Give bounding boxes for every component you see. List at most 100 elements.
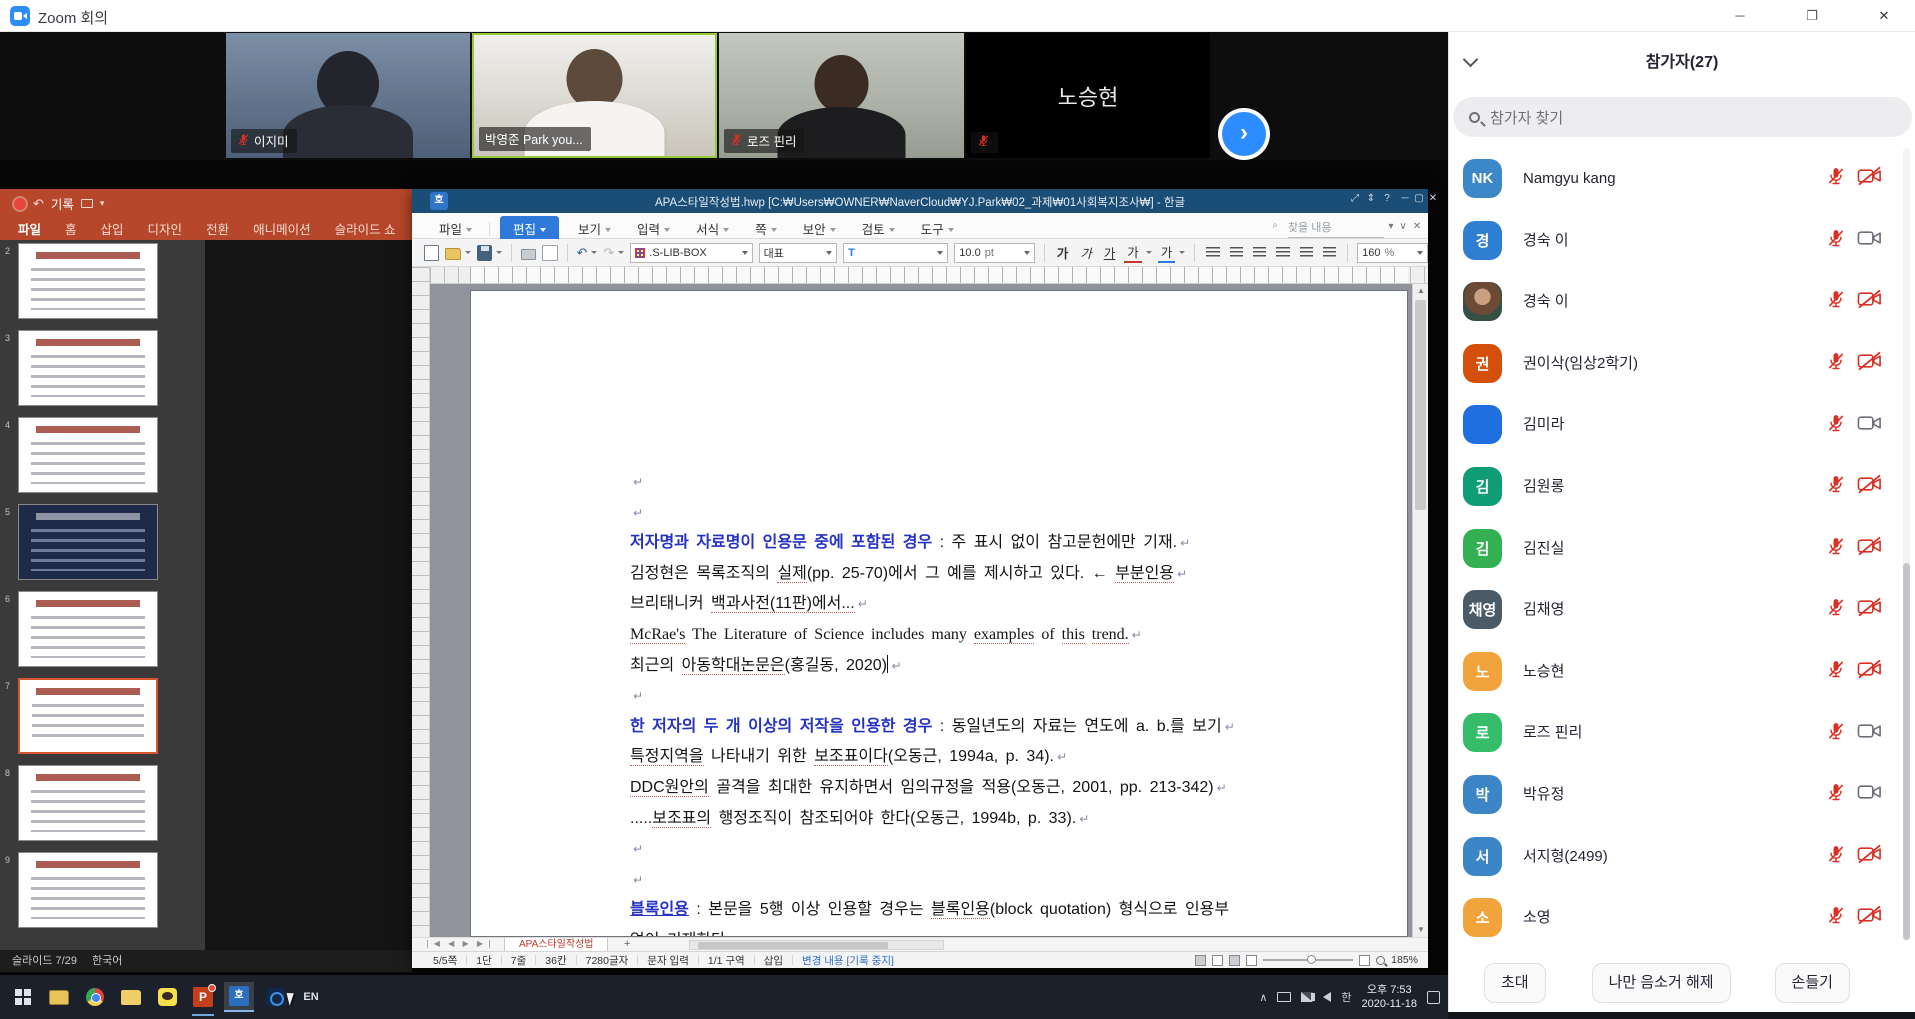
participant-row[interactable]: 서 서지형(2499) xyxy=(1449,826,1915,888)
participant-row[interactable]: 박 박유정 xyxy=(1449,764,1915,826)
help-icon[interactable]: ? xyxy=(1380,193,1394,204)
slide-thumbnail-row[interactable]: 5 xyxy=(0,504,205,584)
slide-thumbnail-row[interactable]: 7 xyxy=(0,678,205,758)
minimize-button[interactable]: ─ xyxy=(1716,0,1764,32)
slide-thumbnail-row[interactable]: 6 xyxy=(0,591,205,671)
italic-button[interactable]: 가 xyxy=(1077,243,1095,262)
participants-scrollbar[interactable] xyxy=(1903,148,1910,940)
bold-button[interactable]: 가 xyxy=(1054,243,1072,262)
align-center-button[interactable] xyxy=(1253,247,1266,258)
powerpoint-icon[interactable]: P xyxy=(188,982,218,1012)
slide-thumbnail[interactable] xyxy=(18,243,158,319)
video-tile-4-no-video[interactable]: 노승현 xyxy=(966,33,1210,158)
participant-row[interactable]: 권 권이삭(임상2학기) xyxy=(1449,333,1915,395)
open-file-icon[interactable] xyxy=(445,248,460,260)
close-find-icon[interactable]: ✕ xyxy=(1410,221,1424,232)
new-document-icon[interactable] xyxy=(424,245,439,261)
video-tile-3[interactable]: 로즈 핀리 xyxy=(719,33,964,158)
slide-thumbnail[interactable] xyxy=(18,852,158,928)
participant-row[interactable]: 김미라 xyxy=(1449,394,1915,456)
notification-center-icon[interactable] xyxy=(1427,991,1440,1004)
tab-navigation-arrows[interactable]: ❘◀ ◀ ▶ ▶❘ xyxy=(424,939,496,948)
line-spacing-select[interactable]: 160% xyxy=(1357,243,1428,263)
scroll-down-arrow[interactable]: ▼ xyxy=(1413,923,1429,937)
ppt-quick-access-toolbar[interactable]: ↶ 기록 ▾ xyxy=(14,194,104,213)
highlight-color-button[interactable]: 가 xyxy=(1158,242,1176,263)
raise-hand-button[interactable]: 손들기 xyxy=(1775,963,1850,1003)
slide-thumbnail-row[interactable]: 4 xyxy=(0,417,205,497)
restore-button[interactable]: ▢ xyxy=(1412,193,1426,204)
participant-row[interactable]: 로 로즈 핀리 xyxy=(1449,702,1915,764)
style-preset-select[interactable]: 대표 xyxy=(759,243,838,263)
zoom-percent[interactable]: 185% xyxy=(1391,954,1418,966)
undo-icon[interactable]: ↶ xyxy=(33,196,44,212)
folder-icon[interactable] xyxy=(116,982,146,1012)
hwp-icon[interactable]: 호 xyxy=(224,982,254,1012)
file-explorer-icon[interactable] xyxy=(44,982,74,1012)
font-select[interactable]: T xyxy=(843,243,948,263)
font-color-button[interactable]: 가 xyxy=(1124,242,1142,263)
slide-thumbnail-row[interactable]: 8 xyxy=(0,765,205,845)
vertical-scrollbar[interactable]: ▲ ▼ xyxy=(1412,284,1428,937)
participant-row[interactable]: 노 노승현 xyxy=(1449,641,1915,703)
ppt-slide-panel[interactable]: 23456789 xyxy=(0,240,205,950)
font-size-select[interactable]: 10.0pt xyxy=(954,243,1034,263)
print-icon[interactable] xyxy=(521,249,536,260)
document-tab[interactable]: APA스타일작성법 xyxy=(504,938,608,952)
scrollbar-thumb[interactable] xyxy=(1415,300,1426,510)
maximize-button[interactable]: ❐ xyxy=(1788,0,1836,32)
align-right-button[interactable] xyxy=(1276,247,1289,258)
close-button[interactable]: ✕ xyxy=(1426,193,1440,204)
participant-row[interactable]: 경숙 이 xyxy=(1449,271,1915,333)
unmute-me-button[interactable]: 나만 음소거 해제 xyxy=(1592,963,1731,1003)
slide-thumbnail[interactable] xyxy=(18,330,158,406)
view-mode-wide-icon[interactable] xyxy=(1212,955,1223,966)
invite-button[interactable]: 초대 xyxy=(1484,963,1546,1003)
chrome-icon[interactable] xyxy=(80,982,110,1012)
view-mode-page-icon[interactable] xyxy=(1195,955,1206,966)
horizontal-scrollbar[interactable] xyxy=(689,940,944,950)
undo-icon[interactable]: ↶ xyxy=(576,245,587,261)
zoom-in-icon[interactable] xyxy=(1359,955,1370,966)
slide-thumbnail-selected[interactable] xyxy=(18,678,158,754)
zoom-slider[interactable] xyxy=(1263,959,1353,961)
kakaotalk-icon[interactable] xyxy=(152,982,182,1012)
tray-chevron-icon[interactable]: ∧ xyxy=(1259,991,1267,1004)
participant-row[interactable]: NK Namgyu kang xyxy=(1449,148,1915,210)
slide-thumbnail[interactable] xyxy=(18,504,158,580)
scrollbar-thumb[interactable] xyxy=(1903,563,1910,940)
participant-search-input[interactable]: 참가자 찾기 xyxy=(1453,97,1912,137)
participant-row[interactable]: 소 소영 xyxy=(1449,887,1915,940)
ime-indicator[interactable]: 한 xyxy=(1341,989,1351,1005)
view-mode-fit-icon[interactable] xyxy=(1229,955,1240,966)
clock[interactable]: 오후 7:53 2020-11-18 xyxy=(1362,983,1417,1011)
slide-thumbnail-row[interactable]: 9 xyxy=(0,852,205,932)
close-button[interactable]: ✕ xyxy=(1860,0,1908,32)
scroll-up-arrow[interactable]: ▲ xyxy=(1413,284,1429,298)
slide-thumbnail[interactable] xyxy=(18,417,158,493)
slide-thumbnail[interactable] xyxy=(18,591,158,667)
participant-row[interactable]: 김 김진실 xyxy=(1449,518,1915,580)
monitor-icon[interactable] xyxy=(1277,992,1291,1002)
align-left-button[interactable] xyxy=(1230,247,1243,258)
save-icon[interactable] xyxy=(477,245,492,261)
zoom-out-icon[interactable] xyxy=(1246,955,1257,966)
preview-icon[interactable] xyxy=(542,245,557,261)
find-input[interactable]: 찾을 내용 xyxy=(1288,219,1384,238)
next-videos-button[interactable]: › xyxy=(1222,112,1266,156)
slide-thumbnail-row[interactable]: 3 xyxy=(0,330,205,410)
minimize-button[interactable]: ─ xyxy=(1398,193,1412,204)
slide-thumbnail-row[interactable]: 2 xyxy=(0,243,205,323)
redo-icon[interactable]: ↷ xyxy=(603,245,614,261)
slide-thumbnail[interactable] xyxy=(18,765,158,841)
track-changes-status[interactable]: 변경 내용 [기록 중지] xyxy=(793,953,903,968)
new-tab-button[interactable]: + xyxy=(624,938,630,950)
chevron-collapse-icon[interactable]: ∨ xyxy=(1396,221,1410,232)
language-indicator-icon[interactable]: EN xyxy=(296,982,326,1012)
media-player-icon[interactable] xyxy=(260,982,290,1012)
fullscreen-icon[interactable]: ⤢ xyxy=(1348,193,1362,204)
arrange-icon[interactable]: ⇕ xyxy=(1364,193,1378,204)
scrollbar-thumb[interactable] xyxy=(698,942,888,949)
chevron-down-icon[interactable]: ▾ xyxy=(100,198,105,209)
participant-row[interactable]: 경 경숙 이 xyxy=(1449,210,1915,272)
